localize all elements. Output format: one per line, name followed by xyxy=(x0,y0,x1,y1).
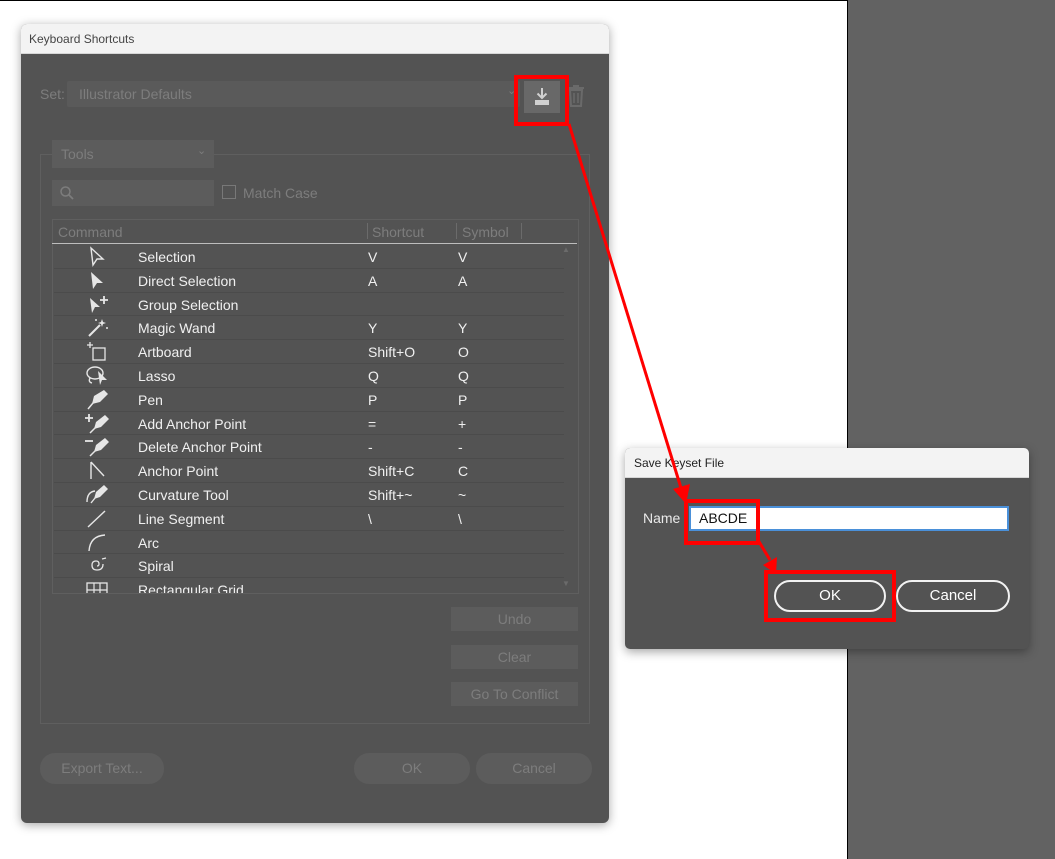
arrowhead-icon xyxy=(673,484,690,504)
annotation-arrows xyxy=(567,123,777,574)
arrow-line xyxy=(567,123,683,489)
arrow-line xyxy=(756,539,772,561)
